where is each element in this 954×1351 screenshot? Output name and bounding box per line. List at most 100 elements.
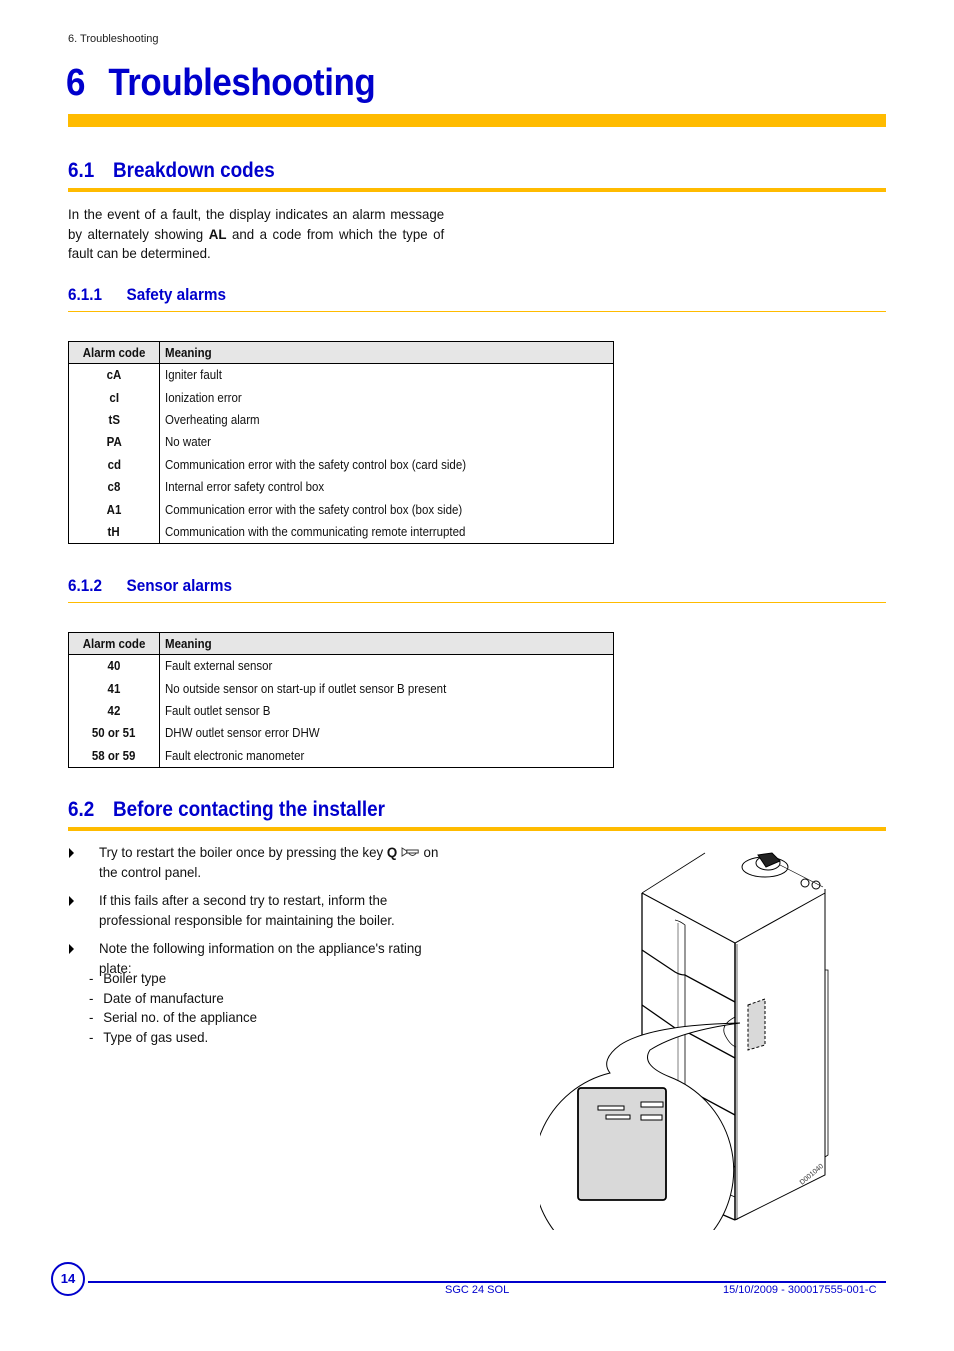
header-text: Meaning — [165, 636, 212, 651]
alarm-code: 58 or 59 — [92, 748, 136, 763]
alarm-code: PA — [106, 435, 122, 450]
alarm-code: tH — [107, 524, 121, 539]
bullet-arrow-icon — [69, 944, 74, 954]
rating-plate-location — [747, 998, 766, 1051]
header-text: Meaning — [165, 345, 212, 360]
instruction-item: If this fails after a second try to rest… — [68, 891, 468, 930]
section-divider — [68, 827, 886, 831]
subsection-divider — [68, 311, 886, 312]
table-row: 40 Fault external sensor — [68, 654, 614, 678]
header-text: Alarm code — [82, 345, 146, 360]
alarm-code-cell: 41 — [68, 677, 160, 700]
running-head: 6. Troubleshooting — [68, 33, 159, 45]
alarm-code-cell: 40 — [68, 654, 160, 678]
subsection-number: 6.1.1 — [68, 285, 103, 304]
header-text: Alarm code — [82, 636, 146, 651]
table-row: 58 or 59 Fault electronic manometer — [68, 744, 614, 768]
alarm-code: A1 — [106, 502, 122, 517]
plate-field — [640, 1114, 663, 1121]
plate-field — [597, 1105, 625, 1111]
instruction-text: Try to restart the boiler once by pressi… — [99, 843, 450, 882]
alarm-meaning: No water — [165, 435, 212, 450]
footer-model: SGC 24 SOL — [445, 1284, 510, 1296]
meaning-cell: Communication error with the safety cont… — [160, 498, 614, 520]
table-row: cI Ionization error — [68, 386, 614, 409]
item-text: Type of gas used. — [103, 1028, 209, 1045]
alarm-code: cd — [107, 457, 121, 472]
section-divider — [68, 188, 886, 192]
subsection-divider — [68, 602, 886, 603]
alarm-meaning: No outside sensor on start-up if outlet … — [165, 681, 447, 696]
table-row: cA Igniter fault — [68, 363, 614, 387]
meaning-cell: Communication with the communicating rem… — [160, 521, 614, 544]
instruction-text-part: Try to restart the boiler once by pressi… — [99, 844, 387, 860]
alarm-meaning: Communication error with the safety cont… — [165, 457, 467, 472]
column-header-meaning: Meaning — [159, 341, 614, 364]
column-header-alarm-code: Alarm code — [68, 341, 160, 364]
alarm-code-cell: cI — [68, 386, 160, 409]
alarm-meaning: Fault outlet sensor B — [165, 703, 271, 718]
alarm-meaning: Fault electronic manometer — [165, 748, 305, 763]
item-text: Date of manufacture — [103, 989, 224, 1006]
section-heading-6-1: 6.1 Breakdown codes — [68, 159, 275, 183]
table-row: c8 Internal error safety control box — [68, 475, 614, 499]
subsection-heading-6-1-2: 6.1.2 Sensor alarms — [68, 576, 232, 596]
alarm-code-cell: cA — [68, 363, 160, 387]
meaning-cell: Fault outlet sensor B — [160, 700, 614, 722]
bullet-arrow-icon — [69, 896, 74, 906]
footer-reference: 15/10/2009 - 300017555-001-C — [723, 1284, 877, 1296]
meaning-cell: Fault electronic manometer — [160, 745, 614, 768]
instruction-text: If this fails after a second try to rest… — [99, 892, 395, 928]
alarm-meaning: Communication error with the safety cont… — [165, 502, 463, 517]
alarm-meaning: Overheating alarm — [165, 412, 260, 427]
alarm-meaning: Ionization error — [165, 390, 242, 405]
alarm-code-cell: c8 — [68, 475, 160, 499]
alarm-code: tS — [108, 412, 120, 427]
item-text: Boiler type — [103, 970, 167, 986]
horn-reset-icon — [401, 847, 419, 857]
column-header-alarm-code: Alarm code — [68, 632, 160, 655]
plate-field — [640, 1101, 664, 1108]
alarm-meaning: Fault external sensor — [165, 659, 273, 674]
subsection-number: 6.1.2 — [68, 576, 103, 595]
table-row: 42 Fault outlet sensor B — [68, 699, 614, 723]
top-face-edge — [641, 889, 826, 944]
meaning-cell: No outside sensor on start-up if outlet … — [160, 677, 614, 699]
alarm-code-cell: 50 or 51 — [68, 722, 160, 745]
rating-plate-item: - Date of manufacture — [89, 989, 224, 1006]
meaning-cell: Communication error with the safety cont… — [160, 454, 614, 476]
subsection-title: Safety alarms — [126, 285, 227, 304]
table-row: 50 or 51 DHW outlet sensor error DHW — [68, 722, 614, 745]
table-header-row: Alarm code Meaning — [68, 632, 614, 655]
table-row: PA No water — [68, 431, 614, 454]
meaning-cell: Igniter fault — [160, 364, 614, 387]
rating-plate-list: - Boiler type - Date of manufacture - Seria… — [89, 969, 266, 1047]
alarm-code: 42 — [107, 703, 121, 718]
boiler-illustration: D001040 — [540, 852, 829, 1230]
alarm-meaning: DHW outlet sensor error DHW — [165, 726, 320, 741]
alarm-code-cell: PA — [68, 431, 160, 454]
alarm-meaning: Igniter fault — [165, 368, 222, 383]
top-back-edge — [641, 852, 706, 894]
alarm-meaning: Communication with the communicating rem… — [165, 524, 466, 539]
alarm-code: 50 or 51 — [92, 726, 136, 741]
rating-plate-item: - Boiler type — [89, 970, 167, 986]
alarm-code-cell: 58 or 59 — [68, 744, 160, 768]
rating-plate-item: - Serial no. of the appliance — [89, 1009, 258, 1025]
alarm-code-cell: A1 — [68, 498, 160, 521]
bullet-arrow-icon — [69, 848, 74, 858]
table-row: 41 No outside sensor on start-up if outle… — [68, 677, 614, 700]
alarm-code-cell: 42 — [68, 699, 160, 723]
alarm-code-cell: tS — [68, 408, 160, 432]
intro-bold-code: AL — [208, 225, 227, 242]
sensor-alarms-table: Alarm code Meaning 40 Fault external sens… — [68, 632, 614, 768]
alarm-code: cI — [109, 390, 119, 405]
subsection-heading-6-1-1: 6.1.1 Safety alarms — [68, 285, 226, 305]
table-row: cd Communication error with the safety co… — [68, 453, 614, 476]
section-title: Before contacting the installer — [113, 798, 386, 821]
plate-field — [605, 1114, 631, 1120]
alarm-code: 41 — [107, 681, 121, 696]
footer-rule — [88, 1281, 886, 1283]
page-number: 14 — [51, 1262, 85, 1296]
alarm-code: c8 — [107, 480, 121, 495]
